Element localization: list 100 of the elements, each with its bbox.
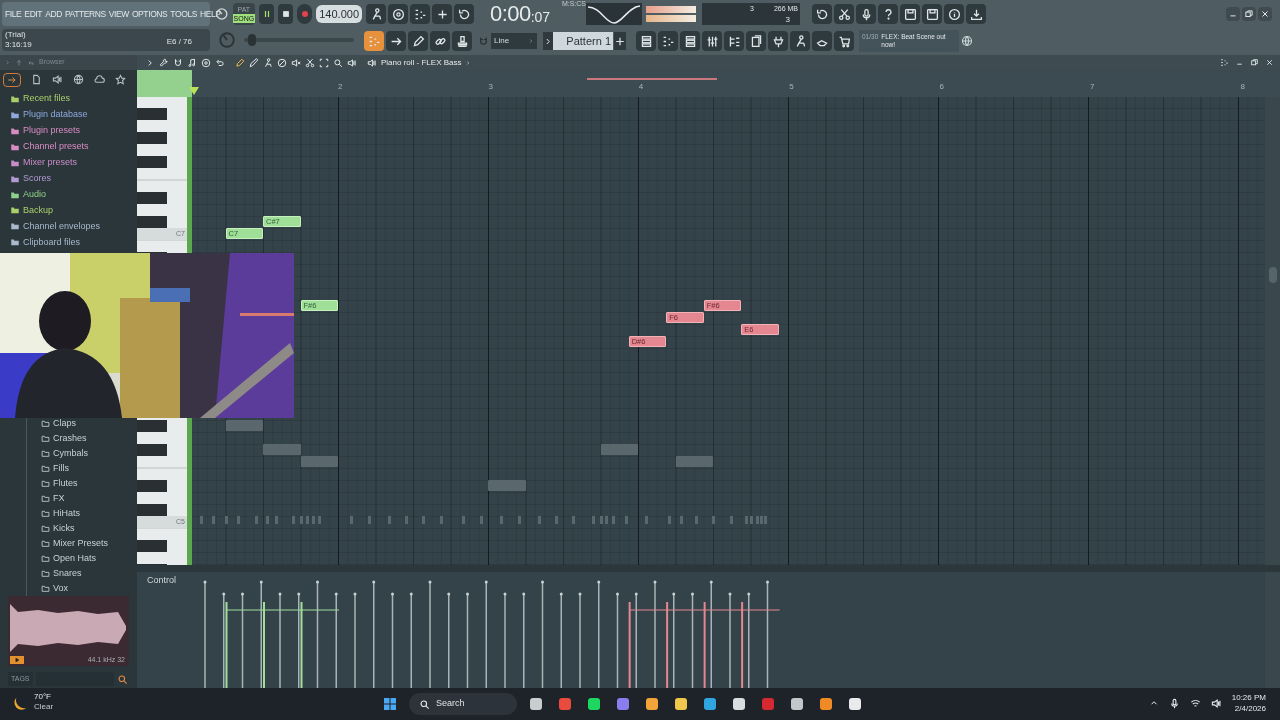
stamp-button[interactable]	[452, 31, 472, 51]
help-button[interactable]	[878, 4, 898, 24]
browser-item[interactable]: Plugin presets	[10, 122, 137, 139]
select-icon	[319, 57, 329, 68]
browser-item[interactable]: Audio	[10, 186, 137, 203]
bar-number: 5	[789, 82, 794, 92]
browser-item[interactable]: Mixer presets	[10, 154, 137, 171]
control-label: Control	[147, 574, 176, 587]
scrollbar-track[interactable]	[1265, 572, 1280, 688]
horizontal-scrollbar[interactable]	[137, 565, 1280, 572]
feedback-button[interactable]	[812, 31, 832, 51]
link-button[interactable]	[430, 31, 450, 51]
cut-tool-button[interactable]	[834, 4, 854, 24]
speaker-icon	[367, 57, 377, 68]
loop-marker[interactable]	[587, 78, 717, 80]
playlist-button[interactable]	[636, 31, 656, 51]
save-button[interactable]	[900, 4, 920, 24]
browser-folder[interactable]: Open Hats	[41, 551, 137, 567]
browser-folder[interactable]: Fills	[41, 461, 137, 477]
menu-item[interactable]: PATTERNS	[64, 7, 106, 21]
pause-button[interactable]	[259, 4, 275, 24]
time-centiseconds: :07	[530, 9, 551, 26]
tempo-field[interactable]: 140.000	[316, 5, 362, 23]
oscilloscope-display	[586, 3, 642, 25]
stop-button[interactable]	[278, 4, 294, 24]
plugin-database-button[interactable]	[768, 31, 788, 51]
playhead-marker[interactable]	[189, 87, 199, 95]
clipboard-button[interactable]	[746, 31, 766, 51]
menu-item[interactable]: ADD	[45, 7, 62, 21]
browser-item[interactable]: Clipboard files	[10, 234, 137, 251]
pattern-selector[interactable]: Pattern 1	[553, 32, 613, 50]
preview-play-button[interactable]	[10, 656, 24, 665]
browser-folder[interactable]: FX	[41, 491, 137, 507]
piano-roll-button[interactable]	[658, 31, 678, 51]
piano-roll-mode-button[interactable]	[364, 31, 384, 51]
target-icon	[201, 57, 211, 68]
tutorials-button[interactable]	[790, 31, 810, 51]
caret-icon	[4, 59, 11, 66]
undo-icon	[215, 57, 225, 68]
shop-icon	[837, 34, 851, 48]
metronome-button[interactable]	[388, 4, 408, 24]
browser-folder[interactable]: Mixer Presets	[41, 536, 137, 552]
taskbar-search-field[interactable]: Search	[409, 693, 517, 715]
project-browser-button[interactable]	[724, 31, 744, 51]
undo-history-button[interactable]	[812, 4, 832, 24]
app-icon	[528, 696, 544, 712]
export-button[interactable]	[966, 4, 986, 24]
playlist-icon	[639, 34, 653, 48]
microphone-button[interactable]	[856, 4, 876, 24]
pencil-button[interactable]	[408, 31, 428, 51]
menu-item[interactable]: OPTIONS	[131, 7, 168, 21]
typing-keyboard-button[interactable]	[366, 4, 386, 24]
note-readout: E6 / 76	[166, 36, 192, 48]
channel-rack-button[interactable]	[680, 31, 700, 51]
piano-keyboard-drawing[interactable]	[137, 418, 187, 565]
minimize-button[interactable]	[1226, 7, 1240, 21]
close-button[interactable]	[1258, 7, 1272, 21]
export-icon	[969, 7, 983, 21]
menu-item[interactable]: VIEW	[108, 7, 129, 21]
browser-item[interactable]: Backup	[10, 202, 137, 219]
next-button[interactable]	[386, 31, 406, 51]
step-edit-button[interactable]	[432, 4, 452, 24]
info-icon	[947, 7, 961, 21]
app-icon	[673, 696, 689, 712]
browser-folder[interactable]: Snares	[41, 566, 137, 582]
info-button[interactable]	[944, 4, 964, 24]
loop-record-button[interactable]	[454, 4, 474, 24]
snap-dropdown[interactable]: Line	[491, 33, 537, 49]
piano-roll-corner	[137, 70, 192, 97]
mixer-button[interactable]	[702, 31, 722, 51]
browser-folder[interactable]: HiHats	[41, 506, 137, 522]
browser-item[interactable]: Channel presets	[10, 138, 137, 155]
menu-item[interactable]: EDIT	[24, 7, 43, 21]
scrollbar-thumb[interactable]	[1268, 267, 1277, 283]
zoom-icon	[333, 57, 343, 68]
browser-item[interactable]: Scores	[10, 170, 137, 187]
menu-item[interactable]: TOOLS	[170, 7, 198, 21]
shop-button[interactable]	[834, 31, 854, 51]
restore-button[interactable]	[1242, 7, 1256, 21]
browser-folder[interactable]: Flutes	[41, 476, 137, 492]
browser-folder[interactable]: Vox	[41, 581, 137, 597]
master-pitch-slider[interactable]	[244, 34, 354, 46]
mute-icon	[291, 57, 301, 68]
browser-folder[interactable]: Crashes	[41, 430, 137, 446]
browser-item[interactable]: Recent files	[10, 90, 137, 107]
add-pattern-button[interactable]	[614, 32, 626, 50]
browser-folder[interactable]: Kicks	[41, 521, 137, 537]
save-new-version-button[interactable]	[922, 4, 942, 24]
pattern-menu-button[interactable]	[543, 32, 553, 50]
browser-folder[interactable]: Cymbals	[41, 445, 137, 461]
caret-icon	[465, 59, 472, 66]
scrollbar-track[interactable]	[1265, 97, 1280, 565]
menu-item[interactable]: FILE	[5, 7, 22, 21]
countdown-button[interactable]	[410, 4, 430, 24]
channel-rack-icon	[683, 34, 697, 48]
knob-icon	[218, 31, 236, 49]
browser-folder[interactable]: Claps	[41, 415, 137, 431]
all-items-tab[interactable]	[3, 72, 21, 87]
browser-item[interactable]: Channel envelopes	[10, 218, 137, 235]
browser-item[interactable]: Plugin database	[10, 106, 137, 123]
